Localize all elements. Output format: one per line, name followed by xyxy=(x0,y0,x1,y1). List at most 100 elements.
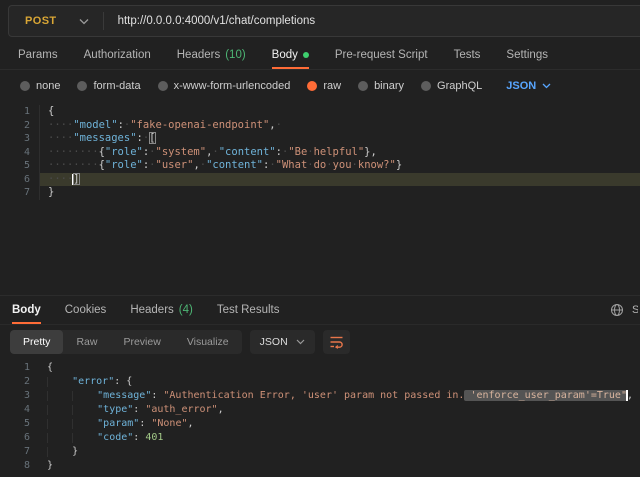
code-content: "type": "auth_error", xyxy=(39,403,640,417)
view-visualize[interactable]: Visualize xyxy=(174,330,242,354)
code-token: "Be xyxy=(288,146,307,158)
tab-test-results[interactable]: Test Results xyxy=(217,296,280,324)
body-type-row: none form-data x-www-form-urlencoded raw bin… xyxy=(0,70,640,101)
code-token: { xyxy=(48,105,54,117)
body-type-binary[interactable]: binary xyxy=(358,80,404,92)
body-type-x-www-form-urlencoded[interactable]: x-www-form-urlencoded xyxy=(158,80,291,92)
response-tabs: Body Cookies Headers(4) Test Results St xyxy=(0,295,640,325)
indent-guide xyxy=(47,433,72,443)
wrap-text-button[interactable] xyxy=(323,330,350,354)
code-content: "message": "Authentication Error, 'user'… xyxy=(39,389,640,403)
body-type-label: raw xyxy=(323,80,341,92)
code-token: · xyxy=(276,119,282,131)
line-number: 2 xyxy=(0,375,39,389)
code-token: ········ xyxy=(48,146,99,158)
code-line[interactable]: 3"message": "Authentication Error, 'user… xyxy=(0,389,640,403)
code-token: "None" xyxy=(151,418,187,429)
tab-headers[interactable]: Headers(4) xyxy=(130,296,193,324)
code-line[interactable]: 7} xyxy=(0,186,640,200)
code-content: { xyxy=(40,105,640,119)
view-pretty[interactable]: Pretty xyxy=(10,330,63,354)
tab-label: Pre-request Script xyxy=(335,49,428,61)
tab-label: Body xyxy=(12,304,41,316)
tab-body[interactable]: Body xyxy=(12,296,41,324)
code-line[interactable]: 4········{"role":·"system",·"content":·"… xyxy=(0,146,640,160)
code-token: "message" xyxy=(97,390,151,401)
globe-icon[interactable] xyxy=(610,303,624,317)
response-body-editor[interactable]: 1{2"error": {3"message": "Authentication… xyxy=(0,358,640,473)
response-toolbar: PrettyRawPreviewVisualize JSON xyxy=(0,325,640,358)
tab-label: Cookies xyxy=(65,304,107,316)
tab-tests[interactable]: Tests xyxy=(454,42,481,69)
tab-cookies[interactable]: Cookies xyxy=(65,296,107,324)
code-line[interactable]: 6····] xyxy=(0,173,640,187)
view-preview[interactable]: Preview xyxy=(110,330,173,354)
indent-guide xyxy=(47,447,72,457)
status-text-clipped: St xyxy=(632,304,638,316)
code-content: "code": 401 xyxy=(39,431,640,445)
code-line[interactable]: 1{ xyxy=(0,105,640,119)
code-line[interactable]: 5"param": "None", xyxy=(0,417,640,431)
code-content: { xyxy=(39,361,640,375)
indent-guide xyxy=(72,391,97,401)
code-line[interactable]: 8} xyxy=(0,459,640,473)
tab-label: Headers xyxy=(130,304,173,316)
code-token: ···· xyxy=(48,119,73,131)
indent-guide xyxy=(47,405,72,415)
tab-settings[interactable]: Settings xyxy=(506,42,548,69)
line-number: 8 xyxy=(0,459,39,473)
code-line[interactable]: 5········{"role":·"user",·"content":·"Wh… xyxy=(0,159,640,173)
body-type-label: form-data xyxy=(93,80,140,92)
view-raw[interactable]: Raw xyxy=(63,330,110,354)
radio-icon xyxy=(158,81,168,91)
code-token: helpful" xyxy=(314,146,365,158)
tab-body[interactable]: Body xyxy=(272,42,309,69)
code-line[interactable]: 4"type": "auth_error", xyxy=(0,403,640,417)
code-line[interactable]: 2"error": { xyxy=(0,375,640,389)
code-line[interactable]: 3····"messages":·[ xyxy=(0,132,640,146)
code-token: "model" xyxy=(73,119,117,131)
radio-icon xyxy=(20,81,30,91)
body-type-graphql[interactable]: GraphQL xyxy=(421,80,482,92)
chevron-down-icon xyxy=(296,339,305,345)
code-content: ····"messages":·[ xyxy=(40,132,640,146)
code-content: ····] xyxy=(40,173,640,187)
radio-icon xyxy=(307,81,317,91)
code-token: "messages" xyxy=(73,132,136,144)
code-token: } xyxy=(72,446,78,457)
code-token: "user" xyxy=(156,159,194,171)
code-content: "error": { xyxy=(39,375,640,389)
code-line[interactable]: 6"code": 401 xyxy=(0,431,640,445)
tab-headers[interactable]: Headers(10) xyxy=(177,42,246,69)
code-content: } xyxy=(39,445,640,459)
tab-authorization[interactable]: Authorization xyxy=(84,42,151,69)
line-number: 5 xyxy=(0,159,40,173)
line-number: 1 xyxy=(0,361,39,375)
body-language-label: JSON xyxy=(506,80,536,92)
code-token: "fake-openai-endpoint" xyxy=(130,119,269,131)
body-language-selector[interactable]: JSON xyxy=(506,80,551,92)
code-token: "code" xyxy=(97,432,133,443)
tab-pre-request-script[interactable]: Pre-request Script xyxy=(335,42,428,69)
code-line[interactable]: 7} xyxy=(0,445,640,459)
indent-guide xyxy=(72,405,97,415)
request-body-editor[interactable]: 1{2····"model":·"fake-openai-endpoint",·… xyxy=(0,101,640,295)
code-token: you xyxy=(333,159,352,171)
body-type-none[interactable]: none xyxy=(20,80,60,92)
line-number: 3 xyxy=(0,132,40,146)
line-number: 5 xyxy=(0,417,39,431)
code-token: ···· xyxy=(48,173,73,185)
code-content: } xyxy=(40,186,640,200)
code-line[interactable]: 1{ xyxy=(0,361,640,375)
body-type-form-data[interactable]: form-data xyxy=(77,80,140,92)
radio-icon xyxy=(358,81,368,91)
code-line[interactable]: 2····"model":·"fake-openai-endpoint",· xyxy=(0,119,640,133)
response-meta: St xyxy=(610,296,640,324)
url-input[interactable]: http://0.0.0.0:4000/v1/chat/completions xyxy=(104,15,316,27)
tab-params[interactable]: Params xyxy=(18,42,58,69)
body-type-label: none xyxy=(36,80,60,92)
code-token: } xyxy=(47,460,53,471)
body-type-raw[interactable]: raw xyxy=(307,80,341,92)
response-language-selector[interactable]: JSON xyxy=(250,330,315,354)
method-selector[interactable]: POST xyxy=(9,15,103,27)
